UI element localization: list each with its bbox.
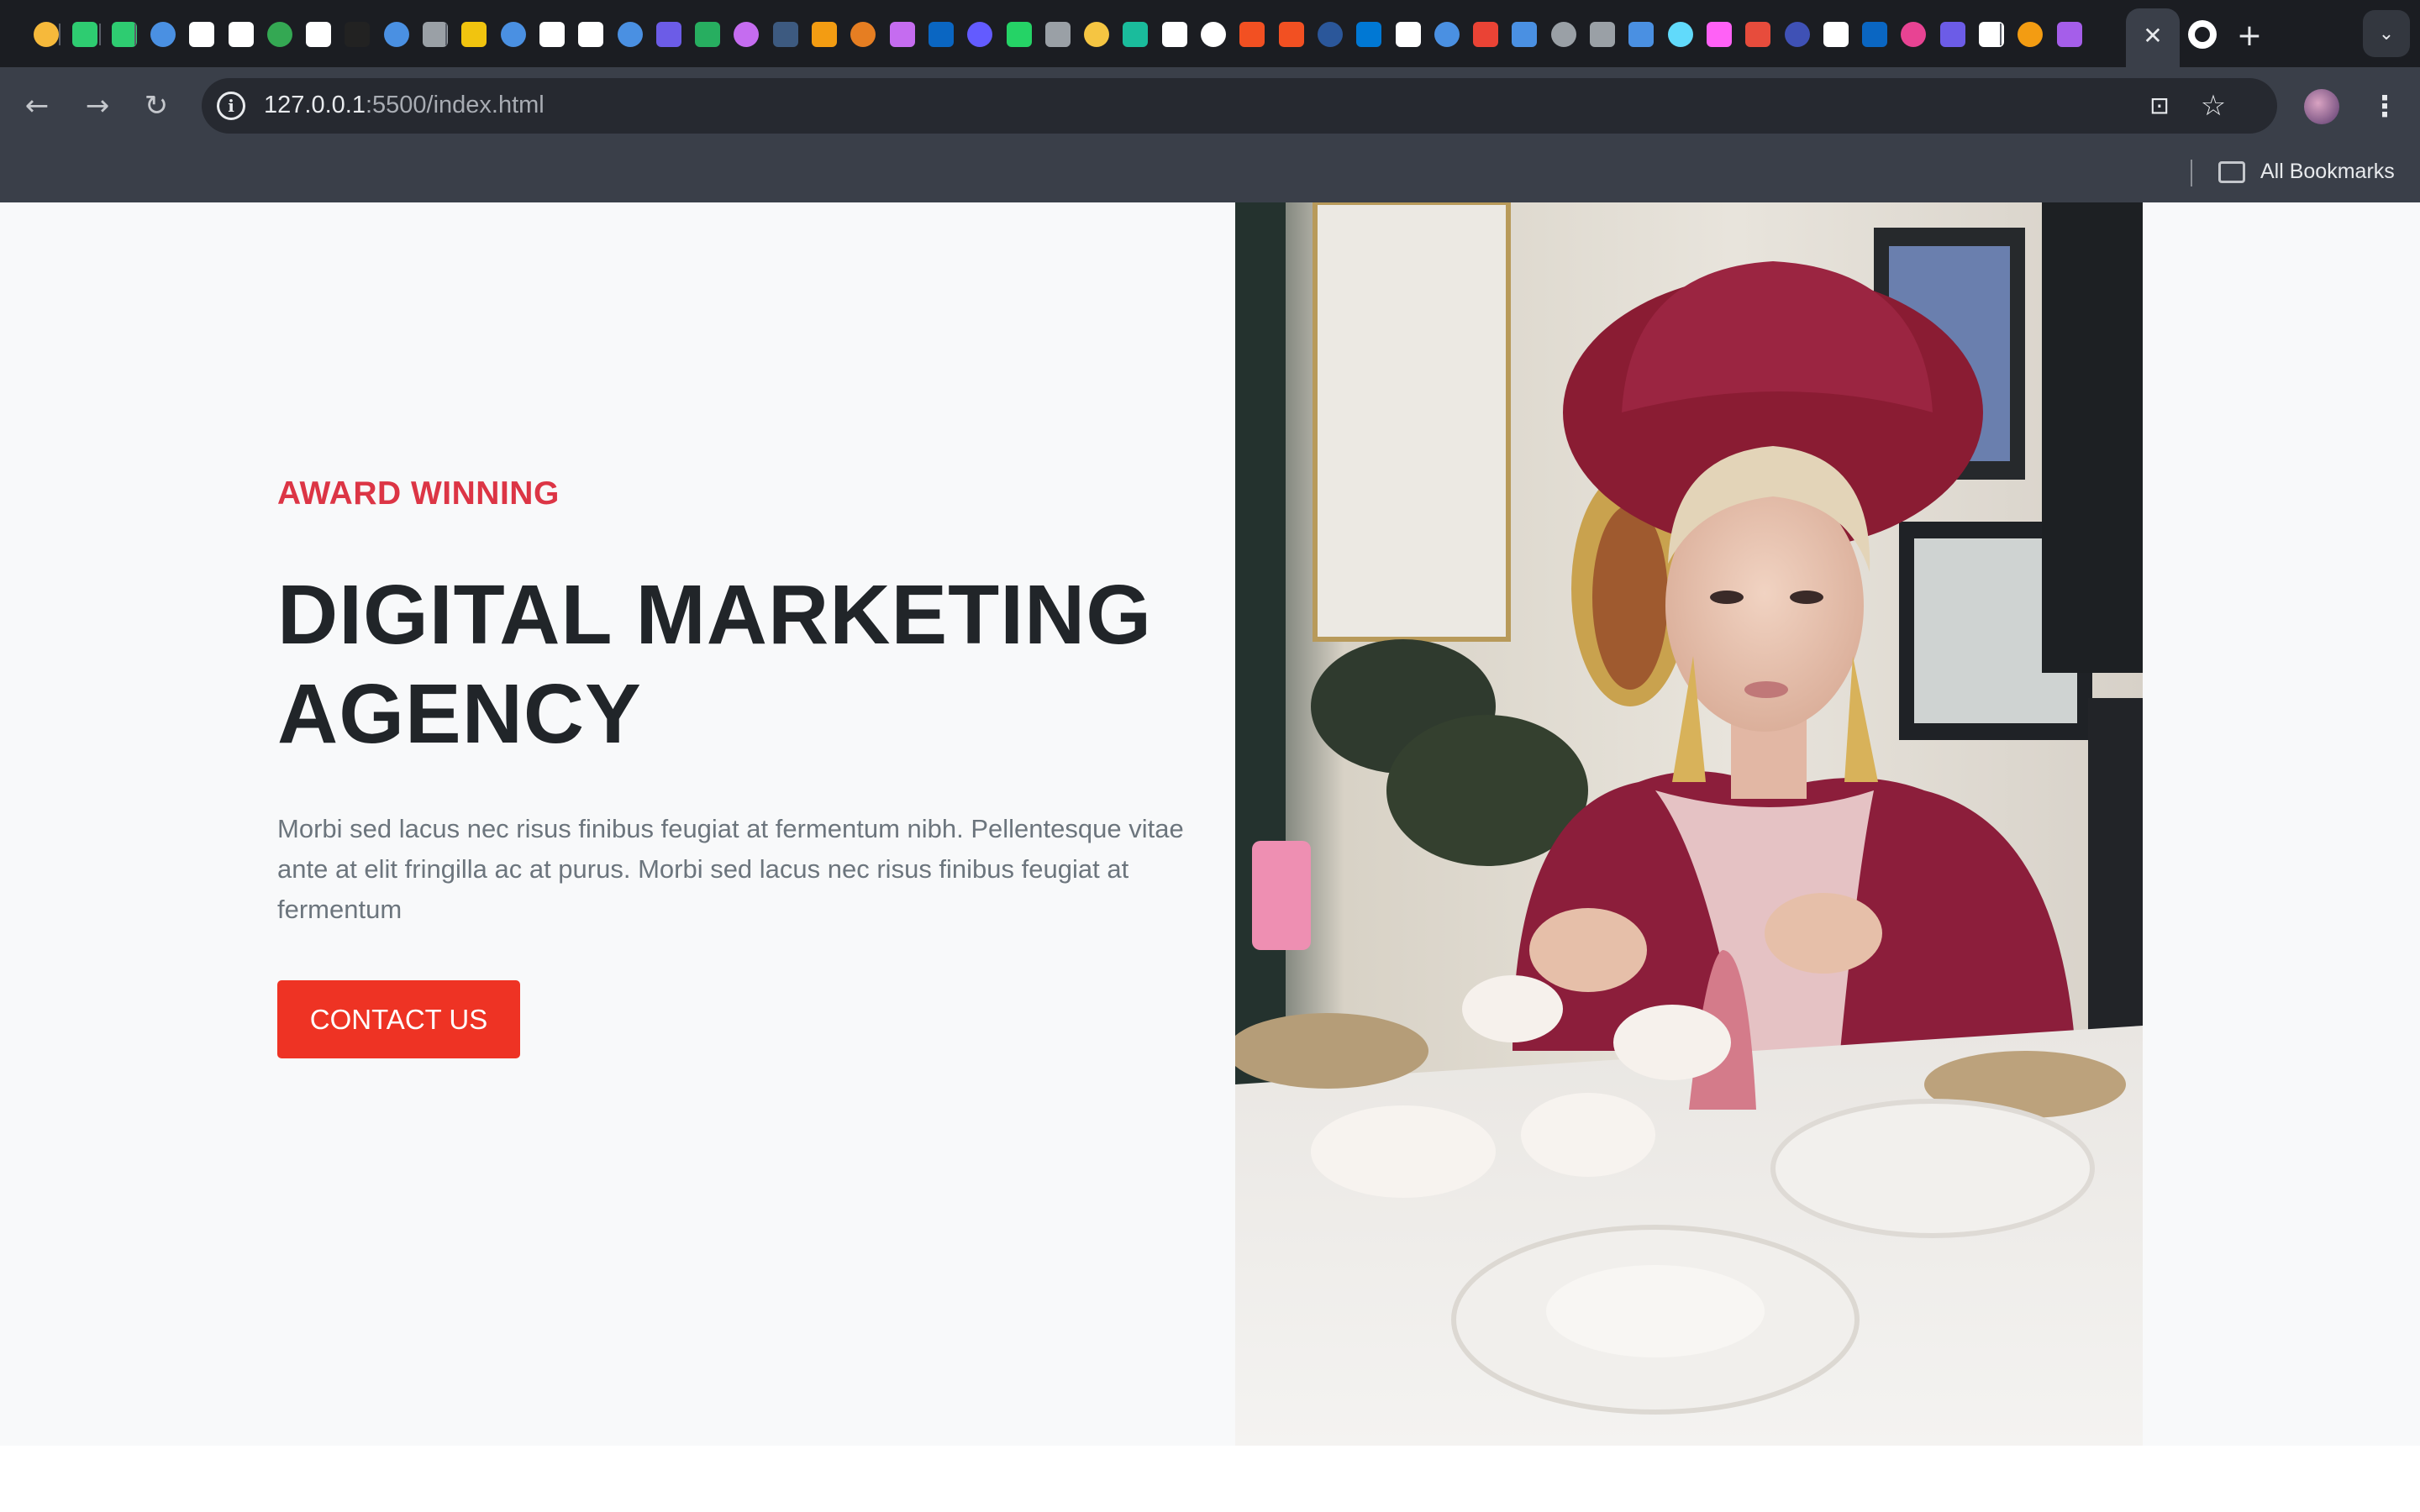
vercel-icon[interactable]: [1434, 22, 1460, 47]
calendar-icon[interactable]: [1823, 22, 1849, 47]
dot-icon[interactable]: [1123, 22, 1148, 47]
back-icon[interactable]: ←: [13, 82, 60, 129]
new-tab-button[interactable]: +: [2231, 17, 2268, 54]
openai-icon[interactable]: [34, 22, 59, 47]
list-icon[interactable]: [656, 22, 681, 47]
globe-icon[interactable]: [1551, 22, 1576, 47]
stripe-icon[interactable]: [967, 22, 992, 47]
cast-off-icon[interactable]: ⊡: [2144, 92, 2175, 119]
tab-separator: [99, 24, 101, 45]
site-info-icon[interactable]: i: [217, 92, 245, 120]
linkedin-icon[interactable]: [929, 22, 954, 47]
gmail-icon[interactable]: [1473, 22, 1498, 47]
arc-icon[interactable]: [734, 22, 759, 47]
tab-separator: [2000, 24, 2002, 45]
globe-icon[interactable]: [1590, 22, 1615, 47]
microsoft-icon[interactable]: [1279, 22, 1304, 47]
arc-icon[interactable]: [890, 22, 915, 47]
hero-lead: Morbi sed lacus nec risus finibus feugia…: [277, 814, 1184, 924]
all-bookmarks-label[interactable]: All Bookmarks: [2260, 160, 2395, 184]
bookmark-icon[interactable]: [150, 22, 176, 47]
tab-separator: [134, 24, 136, 45]
bookmarks-divider: [2191, 160, 2192, 186]
s-icon[interactable]: [1940, 22, 1965, 47]
hero-photo: [1235, 202, 2143, 1446]
url-host: 127.0.0.1: [264, 92, 366, 118]
google-icon[interactable]: [306, 22, 331, 47]
chevron-down-icon[interactable]: ⌄: [2363, 10, 2410, 57]
linkedin-icon[interactable]: [1862, 22, 1887, 47]
code-icon[interactable]: [423, 22, 448, 47]
close-icon[interactable]: ✕: [2134, 17, 2171, 54]
react-icon[interactable]: [1668, 22, 1693, 47]
contact-us-button[interactable]: CONTACT US: [277, 980, 520, 1058]
cloud-icon[interactable]: [2057, 22, 2082, 47]
notion-icon[interactable]: [1201, 22, 1226, 47]
url-path: :5500/index.html: [365, 92, 544, 118]
hero-headline: DIGITAL MARKETING AGENCY: [277, 568, 1153, 761]
google-icon[interactable]: [229, 22, 254, 47]
beer-icon[interactable]: [461, 22, 487, 47]
headphones-icon[interactable]: [2018, 22, 2043, 47]
forward-icon[interactable]: →: [74, 82, 121, 129]
github-tab-icon[interactable]: [2188, 20, 2217, 49]
dash-icon[interactable]: [773, 22, 798, 47]
headphones-icon[interactable]: [812, 22, 837, 47]
flag-icon[interactable]: [384, 22, 409, 47]
browser-toolbar: ← → ↻ i 127.0.0.1:5500/index.html ⊡ ☆: [0, 67, 2420, 144]
tab-separator: [445, 24, 447, 45]
url-text[interactable]: 127.0.0.1:5500/index.html: [264, 92, 544, 119]
tab-strip: ✕ + ⌄: [0, 0, 2420, 67]
coin-icon[interactable]: [1084, 22, 1109, 47]
page-viewport: AWARD WINNING DIGITAL MARKETING AGENCY M…: [0, 202, 2420, 1446]
profile-avatar[interactable]: [2304, 89, 2339, 124]
is-icon[interactable]: [618, 22, 643, 47]
address-bar[interactable]: i 127.0.0.1:5500/index.html ⊡ ☆: [202, 78, 2277, 134]
is-icon[interactable]: [1628, 22, 1654, 47]
tradingview-icon[interactable]: [112, 22, 137, 47]
si-icon[interactable]: [578, 22, 603, 47]
microsoft-icon[interactable]: [1239, 22, 1265, 47]
browser-chrome: ✕ + ⌄ ← → ↻ i 127.0.0.1:5500/index.html …: [0, 0, 2420, 202]
bookmarks-bar: All Bookmarks: [0, 144, 2420, 202]
curl-icon[interactable]: [850, 22, 876, 47]
reload-icon[interactable]: ↻: [133, 82, 180, 129]
leaf-icon[interactable]: [695, 22, 720, 47]
tab-separator: [59, 24, 60, 45]
word-icon[interactable]: [1318, 22, 1343, 47]
wikipedia-icon[interactable]: [189, 22, 214, 47]
bookmark-star-icon[interactable]: ☆: [2197, 89, 2229, 123]
hero-photo-illustration: [1235, 202, 2143, 1446]
globe-icon[interactable]: [501, 22, 526, 47]
whatsapp-icon[interactable]: [1007, 22, 1032, 47]
k-icon[interactable]: [1785, 22, 1810, 47]
google-drive-icon[interactable]: [267, 22, 292, 47]
is-icon[interactable]: [1512, 22, 1537, 47]
globe-icon[interactable]: [1045, 22, 1071, 47]
tradingview-icon[interactable]: [72, 22, 97, 47]
xd-icon[interactable]: [1707, 22, 1732, 47]
folder-icon[interactable]: [2218, 161, 2245, 183]
github-icon[interactable]: [1396, 22, 1421, 47]
notion-icon[interactable]: [539, 22, 565, 47]
medium-icon[interactable]: [345, 22, 370, 47]
kebab-menu-icon[interactable]: ⋮: [2368, 86, 2402, 128]
page-footer-gap: [0, 1446, 2420, 1512]
hero-eyebrow: AWARD WINNING: [277, 475, 560, 512]
onedrive-icon[interactable]: [1356, 22, 1381, 47]
shield-icon[interactable]: [1901, 22, 1926, 47]
ms-icon[interactable]: [1745, 22, 1770, 47]
notion-icon[interactable]: [1162, 22, 1187, 47]
